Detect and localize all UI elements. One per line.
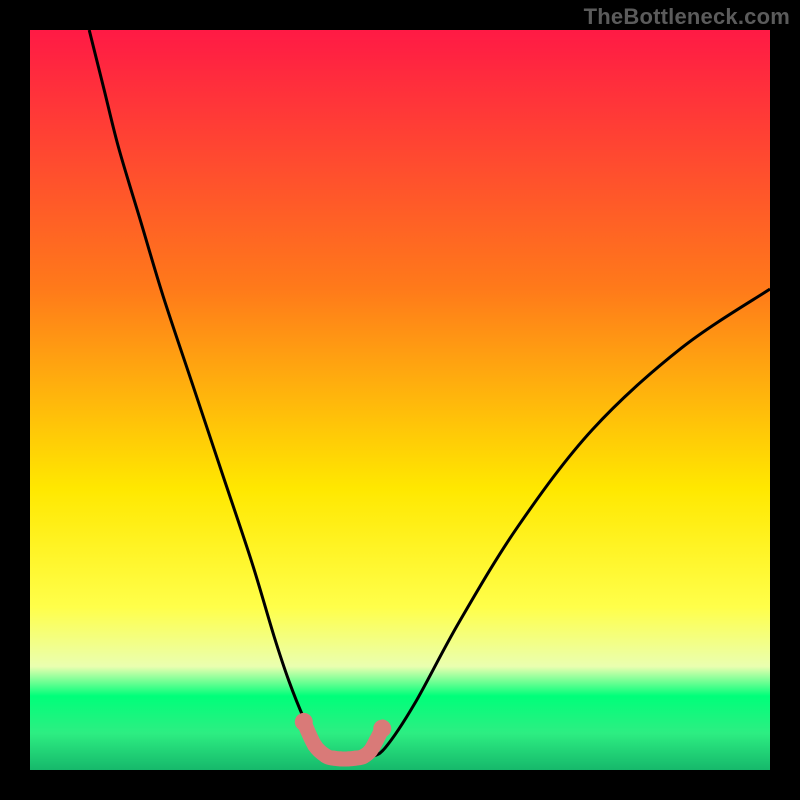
marker-dot [295,713,313,731]
chart-frame: { "watermark": "TheBottleneck.com", "col… [0,0,800,800]
bottleneck-chart [0,0,800,800]
plot-background [30,30,770,770]
marker-dot [307,738,322,753]
marker-dot [373,720,391,738]
